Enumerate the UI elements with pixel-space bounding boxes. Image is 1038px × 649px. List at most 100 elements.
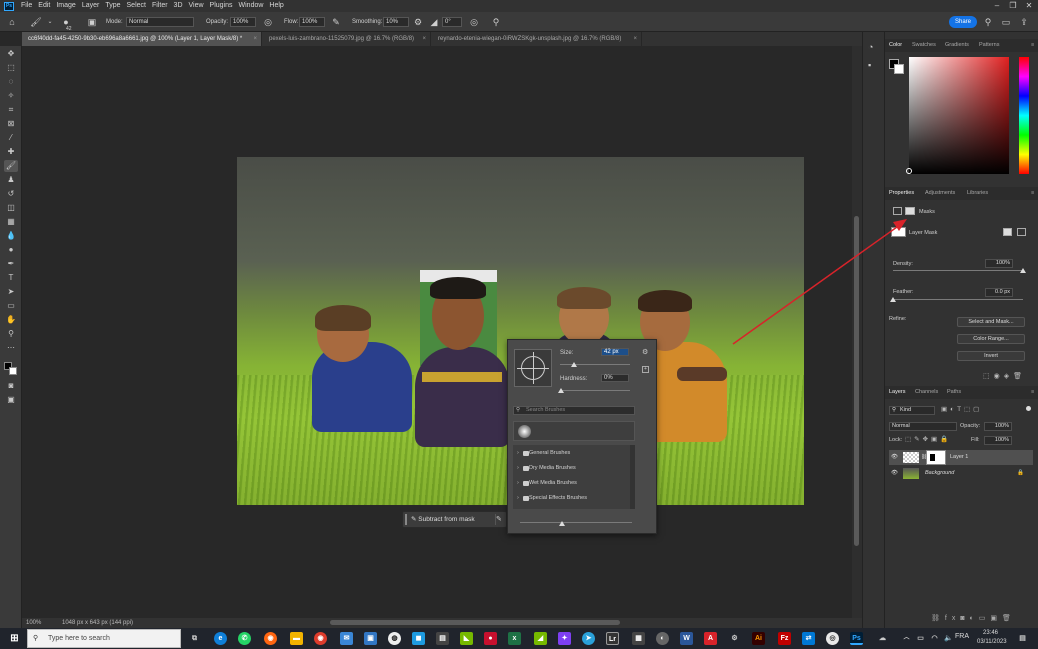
- panel-menu-icon[interactable]: ≡: [1031, 39, 1034, 52]
- pressure-size-icon[interactable]: ◎: [468, 16, 480, 28]
- zoom-level[interactable]: 100%: [26, 618, 41, 628]
- menu-filter[interactable]: Filter: [149, 0, 171, 12]
- network-icon[interactable]: ▭: [914, 632, 927, 645]
- tab-channels[interactable]: Channels: [915, 386, 938, 399]
- layer-mask-thumbnail[interactable]: [926, 450, 946, 465]
- crop-tool-icon[interactable]: ⌗: [4, 104, 18, 116]
- frame-tool-icon[interactable]: ⊠: [4, 118, 18, 130]
- pixel-mask-icon[interactable]: [893, 207, 902, 215]
- photoshop-taskbar-icon[interactable]: Ps: [850, 632, 863, 645]
- app-icon-purple[interactable]: ✦: [558, 632, 571, 645]
- edge-icon[interactable]: e: [214, 632, 227, 645]
- history-brush-icon[interactable]: ↺: [4, 188, 18, 200]
- folder-wet-media-brushes[interactable]: › Wet Media Brushes: [517, 476, 630, 491]
- more-tools-icon[interactable]: ⋯: [4, 342, 18, 354]
- whatsapp-icon[interactable]: ✆: [238, 632, 251, 645]
- folders-scrollbar[interactable]: [630, 445, 635, 509]
- tab-color[interactable]: Color: [889, 39, 902, 52]
- visibility-eye-icon[interactable]: 👁: [891, 466, 898, 481]
- blur-tool-icon[interactable]: 💧: [4, 230, 18, 242]
- taskbar-search-input[interactable]: ⚲ Type here to search: [27, 629, 181, 648]
- feather-slider-knob[interactable]: [890, 297, 896, 302]
- angle-icon[interactable]: ◢: [428, 16, 440, 28]
- hardness-slider-knob[interactable]: [558, 388, 564, 393]
- new-preset-icon[interactable]: +: [642, 366, 649, 373]
- tab-swatches[interactable]: Swatches: [912, 39, 936, 52]
- excel-icon[interactable]: x: [508, 632, 521, 645]
- layer-mask-icon[interactable]: [905, 207, 915, 215]
- menu-image[interactable]: Image: [53, 0, 78, 12]
- select-and-mask-button[interactable]: Select and Mask...: [957, 317, 1025, 327]
- wifi-icon[interactable]: ◠: [928, 632, 941, 645]
- background-color-swatch[interactable]: [9, 367, 17, 375]
- preview-size-knob[interactable]: [559, 521, 565, 526]
- tab-layers[interactable]: Layers: [889, 386, 906, 399]
- marquee-tool-icon[interactable]: ⬚: [4, 62, 18, 74]
- panel-menu-icon[interactable]: ≡: [1031, 187, 1034, 200]
- close-tab-icon[interactable]: ×: [422, 32, 426, 46]
- folder-dry-media-brushes[interactable]: › Dry Media Brushes: [517, 461, 630, 476]
- history-panel-icon[interactable]: ◔: [868, 42, 880, 54]
- menu-select[interactable]: Select: [124, 0, 149, 12]
- dodge-tool-icon[interactable]: ●: [4, 244, 18, 256]
- panel-menu-icon[interactable]: ≡: [1031, 386, 1034, 399]
- show-hidden-icons-icon[interactable]: ︿: [900, 632, 913, 645]
- volume-icon[interactable]: 🔈: [942, 632, 955, 645]
- word-icon[interactable]: W: [680, 632, 693, 645]
- layer-filter-icons[interactable]: ▣◐T⬚▢: [941, 405, 1011, 415]
- move-tool-icon[interactable]: ✥: [4, 48, 18, 60]
- pen-tool-icon[interactable]: ✒: [4, 258, 18, 270]
- weather-icon[interactable]: ☁: [876, 632, 889, 645]
- mail-icon[interactable]: ✉: [340, 632, 353, 645]
- vertical-scrollbar[interactable]: [852, 46, 862, 618]
- app-icon-red[interactable]: ●: [484, 632, 497, 645]
- airbrush-icon[interactable]: ✎: [330, 16, 342, 28]
- geforce-icon[interactable]: ◢: [534, 632, 547, 645]
- layers-footer-icons[interactable]: ⛓fx◙◐▭▣🗑: [931, 614, 1038, 624]
- share-button[interactable]: Share: [949, 16, 977, 28]
- hardness-slider[interactable]: [560, 390, 630, 391]
- clock-date[interactable]: 03/11/2023: [977, 639, 1007, 645]
- acrobat-icon[interactable]: A: [704, 632, 717, 645]
- app-icon-dark[interactable]: ▤: [436, 632, 449, 645]
- feather-slider[interactable]: [893, 299, 1023, 300]
- density-slider-knob[interactable]: [1020, 268, 1026, 273]
- clock-time[interactable]: 23:46: [983, 630, 998, 636]
- app-icon-arrows[interactable]: ⇄: [802, 632, 815, 645]
- type-tool-icon[interactable]: T: [4, 272, 18, 284]
- eraser-tool-icon[interactable]: ◫: [4, 202, 18, 214]
- tab-properties[interactable]: Properties: [889, 187, 914, 200]
- mode-select[interactable]: Normal: [126, 17, 194, 27]
- zoom-tool-icon[interactable]: ⚲: [4, 328, 18, 340]
- quick-mask-icon[interactable]: ◙: [4, 380, 18, 392]
- tab-adjustments[interactable]: Adjustments: [925, 187, 955, 200]
- hand-tool-icon[interactable]: ✋: [4, 314, 18, 326]
- fill-field[interactable]: 100%: [984, 436, 1012, 445]
- chrome-icon[interactable]: ◉: [314, 632, 327, 645]
- share-upload-icon[interactable]: ⇪: [1018, 16, 1030, 28]
- gradient-tool-icon[interactable]: ▦: [4, 216, 18, 228]
- layer-filter-select[interactable]: ⚲ Kind: [889, 406, 935, 415]
- smoothing-field[interactable]: 10%: [383, 17, 409, 27]
- task-view-icon[interactable]: ⧉: [188, 632, 201, 645]
- home-icon[interactable]: ⌂: [6, 16, 18, 28]
- flow-field[interactable]: 100%: [299, 17, 325, 27]
- tab-patterns[interactable]: Patterns: [979, 39, 999, 52]
- filezilla-icon[interactable]: Fz: [778, 632, 791, 645]
- menu-view[interactable]: View: [186, 0, 207, 12]
- obs-icon[interactable]: ◍: [388, 632, 401, 645]
- filter-toggle-icon[interactable]: [1026, 406, 1031, 411]
- size-field[interactable]: 42 px: [601, 348, 629, 356]
- minimize-icon[interactable]: –: [990, 0, 1004, 12]
- mask-actions-icons[interactable]: ⬚◉◈🗑: [983, 372, 1033, 382]
- close-tab-icon[interactable]: ×: [633, 32, 637, 46]
- horizontal-scrollbar[interactable]: [330, 620, 620, 625]
- density-field[interactable]: 100%: [985, 259, 1013, 268]
- lightroom-icon[interactable]: Lr: [606, 632, 619, 645]
- pressure-opacity-icon[interactable]: ◎: [262, 16, 274, 28]
- search-brushes-input[interactable]: ⚲ Search Brushes: [513, 406, 635, 415]
- menu-help[interactable]: Help: [266, 0, 286, 12]
- brush-options-icon[interactable]: ✎: [495, 514, 505, 525]
- size-slider-knob[interactable]: [571, 362, 577, 367]
- menu-3d[interactable]: 3D: [171, 0, 186, 12]
